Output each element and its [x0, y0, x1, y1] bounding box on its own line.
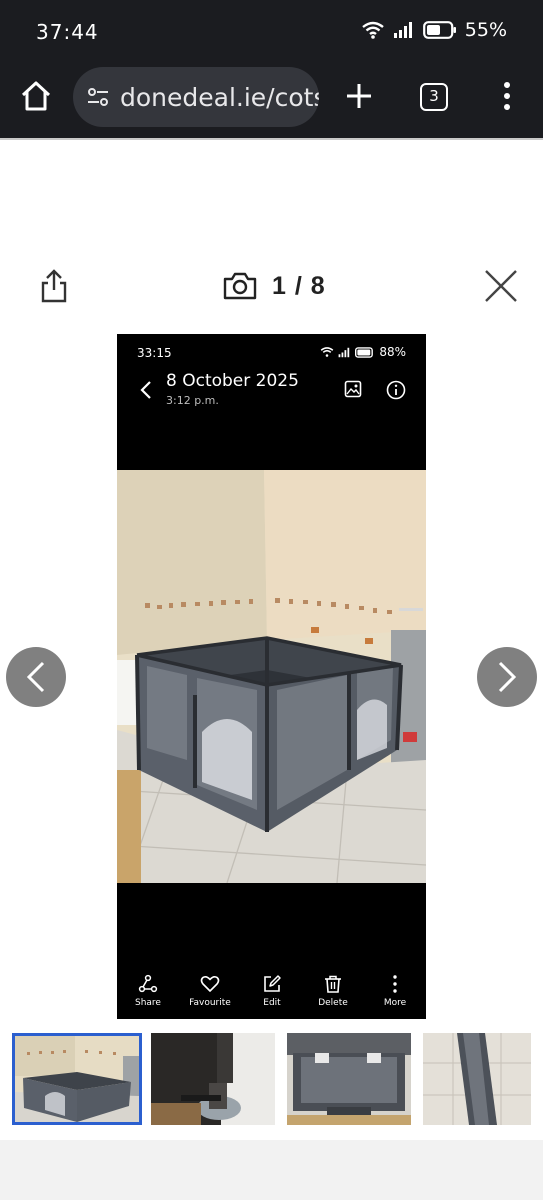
main-photo[interactable]: 33:15 88% 8 October 2025 3:12 p.m. Share… [117, 334, 426, 1019]
status-bar: 37:44 55% [0, 0, 543, 62]
photo-edit-label: Edit [263, 998, 281, 1008]
status-icons: 55% [361, 19, 507, 41]
photo-delete-label: Delete [318, 998, 348, 1008]
previous-photo-button[interactable] [6, 647, 66, 707]
photo-edit-button[interactable]: Edit [237, 974, 307, 1008]
thumbnail-2-image [151, 1033, 275, 1125]
signal-icon [338, 347, 350, 357]
toolbar-divider [0, 138, 543, 140]
url-text[interactable]: donedeal.ie/cots [120, 83, 319, 112]
browser-toolbar: donedeal.ie/cots 3 [0, 62, 543, 138]
photo-counter: 1 / 8 [222, 270, 326, 302]
photo-counter-text: 1 / 8 [272, 271, 326, 300]
thumbnail-2[interactable] [151, 1033, 275, 1125]
battery-icon [355, 346, 374, 358]
battery-percent: 55% [464, 19, 507, 41]
photo-favourite-label: Favourite [189, 998, 231, 1008]
playpen-photo [117, 470, 426, 883]
photo-time: 3:12 p.m. [166, 394, 219, 407]
next-photo-button[interactable] [477, 647, 537, 707]
photo-share-label: Share [135, 998, 161, 1008]
photo-delete-button[interactable]: Delete [298, 974, 368, 1008]
photo-more-label: More [383, 998, 407, 1008]
chevron-right-icon [498, 661, 517, 693]
thumbnail-1-image [15, 1036, 139, 1122]
status-time: 37:44 [36, 20, 99, 44]
share-nodes-icon [138, 974, 158, 993]
photo-date: 8 October 2025 [166, 371, 299, 391]
image-icon[interactable] [344, 380, 362, 398]
thumbnail-4-image [423, 1033, 531, 1125]
thumbnail-4[interactable] [423, 1033, 531, 1125]
home-icon[interactable] [18, 78, 54, 114]
address-bar[interactable]: donedeal.ie/cots [73, 67, 319, 127]
heart-icon [200, 976, 220, 992]
page-bottom-area [0, 1140, 543, 1200]
wifi-icon [321, 347, 334, 357]
share-icon[interactable] [38, 268, 70, 304]
photo-actions: Share Favourite Edit Delete More [117, 974, 426, 1014]
back-chevron-icon[interactable] [139, 380, 153, 400]
photo-status-icons: 88% [320, 345, 406, 359]
wifi-icon [362, 21, 384, 39]
more-vertical-icon[interactable] [496, 79, 518, 113]
photo-favourite-button[interactable]: Favourite [175, 974, 245, 1008]
trash-icon [325, 975, 341, 993]
more-vertical-icon [393, 975, 397, 993]
thumbnail-3-image [287, 1033, 411, 1125]
thumbnail-1[interactable] [12, 1033, 142, 1125]
battery-icon [422, 21, 456, 39]
tune-icon[interactable] [85, 84, 111, 110]
photo-status-time: 33:15 [137, 346, 172, 360]
chevron-left-icon [26, 661, 45, 693]
photo-battery-percent: 88% [379, 345, 406, 359]
camera-icon [223, 272, 257, 300]
close-icon[interactable] [483, 268, 519, 304]
signal-icon [393, 22, 412, 38]
thumbnail-3[interactable] [287, 1033, 411, 1125]
info-icon[interactable] [386, 380, 406, 400]
plus-icon[interactable] [342, 79, 376, 113]
photo-share-button[interactable]: Share [117, 974, 183, 1008]
edit-icon [264, 975, 281, 992]
photo-more-button[interactable]: More [360, 974, 426, 1008]
tabs-icon[interactable]: 3 [420, 83, 448, 111]
